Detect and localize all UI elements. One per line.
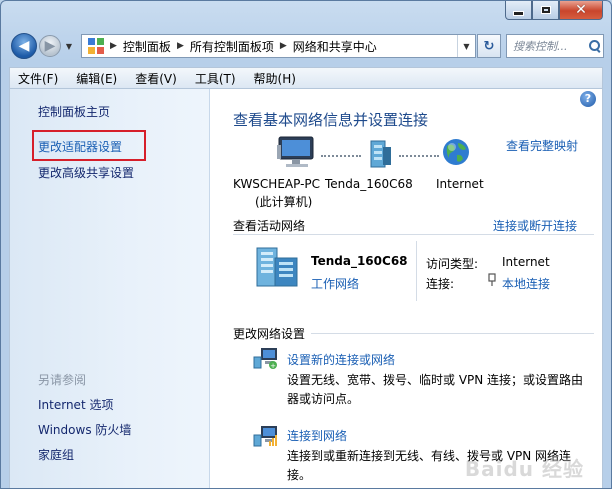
divider: [311, 333, 594, 334]
access-type-label: 访问类型:: [426, 257, 479, 271]
network-map: KWSCHEAP-PC (此计算机) Tenda_160C68 Internet: [229, 133, 579, 213]
internet-options-link[interactable]: Internet 选项: [38, 396, 113, 413]
new-connection-icon[interactable]: +: [253, 347, 279, 369]
connect-to-network-link[interactable]: 连接到网络: [287, 427, 347, 444]
globe-icon[interactable]: [441, 137, 471, 167]
address-dropdown[interactable]: ▼: [457, 35, 475, 57]
ethernet-icon: [488, 273, 496, 286]
advanced-sharing-link[interactable]: 更改高级共享设置: [38, 164, 134, 181]
breadcrumb-separator-icon[interactable]: ▶: [110, 41, 117, 51]
active-network-name: Tenda_160C68: [311, 254, 408, 268]
connect-disconnect-link[interactable]: 连接或断开连接: [493, 217, 577, 234]
connect-network-icon[interactable]: [253, 425, 279, 447]
change-settings-label: 更改网络设置: [233, 327, 306, 341]
forward-button[interactable]: ▶: [39, 35, 61, 57]
back-button[interactable]: ◀: [11, 33, 37, 59]
search-box: [506, 34, 604, 58]
maximize-icon: [540, 6, 551, 14]
svg-text:+: +: [270, 362, 276, 369]
vertical-divider: [416, 241, 417, 301]
access-type-value: Internet: [502, 255, 550, 269]
setup-connection-link[interactable]: 设置新的连接或网络: [287, 351, 395, 368]
change-adapter-settings-link[interactable]: 更改适配器设置: [38, 138, 122, 155]
menu-view[interactable]: 查看(V): [135, 70, 177, 87]
active-networks-label: 查看活动网络: [233, 219, 306, 233]
minimize-button[interactable]: [505, 1, 532, 20]
connection-line: [399, 155, 439, 157]
router-name-label: Tenda_160C68: [325, 177, 413, 191]
router-icon[interactable]: [365, 139, 395, 169]
control-panel-icon: [88, 38, 104, 54]
page-title: 查看基本网络信息并设置连接: [233, 111, 429, 129]
close-icon: ✕: [575, 2, 587, 18]
forward-arrow-icon: ▶: [44, 38, 56, 54]
search-input[interactable]: [513, 36, 587, 56]
help-icon[interactable]: ?: [580, 91, 596, 107]
breadcrumb-all-items[interactable]: 所有控制面板项: [190, 38, 274, 55]
watermark: Baidu 经验: [464, 457, 584, 481]
minimize-icon: [513, 10, 524, 16]
caption-buttons: ✕: [505, 1, 603, 21]
breadcrumb-network-center[interactable]: 网络和共享中心: [293, 38, 377, 55]
left-pane: 控制面板主页 更改适配器设置 更改高级共享设置 另请参阅 Internet 选项…: [10, 89, 210, 488]
network-type-link[interactable]: 工作网络: [311, 275, 359, 292]
connection-line: [321, 155, 361, 157]
navigation-bar: ◀ ▶ ▼ ▶ 控制面板 ▶ 所有控制面板项 ▶ 网络和共享中心 ▼ ↻: [9, 31, 604, 61]
menu-help[interactable]: 帮助(H): [254, 70, 296, 87]
computer-sub-label: (此计算机): [255, 195, 313, 209]
see-also-heading: 另请参阅: [38, 373, 87, 387]
right-pane: ? 查看基本网络信息并设置连接 查看完整映射 KWSCHEAP-PC (此计算机…: [211, 89, 602, 488]
windows-firewall-link[interactable]: Windows 防火墙: [38, 421, 131, 438]
internet-label: Internet: [436, 177, 484, 191]
content-area: 控制面板主页 更改适配器设置 更改高级共享设置 另请参阅 Internet 选项…: [9, 89, 603, 488]
address-bar[interactable]: ▶ 控制面板 ▶ 所有控制面板项 ▶ 网络和共享中心 ▼: [81, 34, 476, 58]
breadcrumb-control-panel[interactable]: 控制面板: [123, 38, 171, 55]
chevron-down-icon: ▼: [65, 41, 73, 51]
recent-pages-dropdown[interactable]: ▼: [64, 41, 74, 51]
menu-bar: 文件(F) 编辑(E) 查看(V) 工具(T) 帮助(H): [9, 67, 603, 89]
explorer-window: ✕ ◀ ▶ ▼ ▶ 控制面板 ▶ 所有控制面板项 ▶ 网络和共享中心 ▼ ↻ 文…: [0, 0, 612, 489]
connections-label: 连接:: [426, 277, 455, 291]
breadcrumb-separator-icon[interactable]: ▶: [280, 41, 287, 51]
computer-name-label: KWSCHEAP-PC: [233, 177, 321, 191]
refresh-icon: ↻: [483, 38, 495, 54]
menu-file[interactable]: 文件(F): [18, 70, 58, 87]
menu-tools[interactable]: 工具(T): [195, 70, 236, 87]
menu-edit[interactable]: 编辑(E): [76, 70, 117, 87]
divider: [233, 234, 594, 235]
homegroup-link[interactable]: 家庭组: [38, 446, 74, 463]
close-button[interactable]: ✕: [559, 1, 603, 20]
back-arrow-icon: ◀: [18, 38, 30, 54]
refresh-button[interactable]: ↻: [477, 34, 501, 58]
maximize-button[interactable]: [532, 1, 559, 20]
setup-connection-desc: 设置无线、宽带、拨号、临时或 VPN 连接；或设置路由器或访问点。: [287, 373, 584, 406]
chevron-down-icon: ▼: [463, 41, 470, 51]
local-connection-link[interactable]: 本地连接: [502, 275, 550, 292]
breadcrumb-separator-icon[interactable]: ▶: [177, 41, 184, 51]
work-network-icon[interactable]: [251, 244, 303, 288]
control-panel-home-link[interactable]: 控制面板主页: [38, 103, 110, 120]
search-icon[interactable]: [589, 39, 602, 53]
computer-icon[interactable]: [277, 135, 317, 171]
